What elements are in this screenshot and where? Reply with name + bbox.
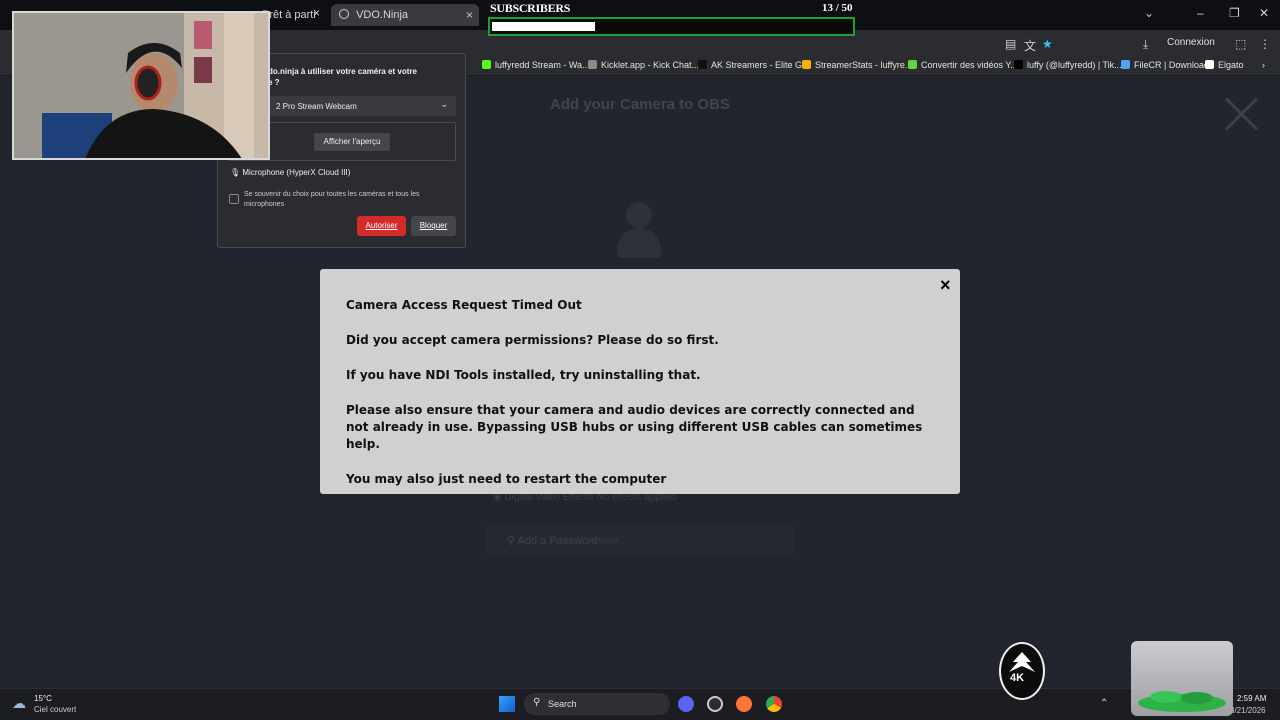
close-icon[interactable] xyxy=(1222,94,1262,134)
permission-title: do.ninja à utiliser votre caméra et votr… xyxy=(268,67,417,87)
bookmark-item[interactable]: FileCR | Download xyxy=(1121,60,1209,70)
tray-chevron-icon[interactable]: ⌃ xyxy=(1100,698,1108,709)
minimize-icon[interactable]: – xyxy=(1197,6,1204,20)
sign-in-button[interactable]: Connexion xyxy=(1167,37,1215,48)
timeout-modal: × Camera Access Request Timed Out Did yo… xyxy=(320,269,960,494)
menu-icon[interactable]: ⋮ xyxy=(1259,37,1271,51)
remember-label: Se souvenir du choix pour toutes les cam… xyxy=(244,191,420,208)
chevron-right-icon[interactable]: › xyxy=(1262,60,1265,70)
user-placeholder-body xyxy=(617,228,661,258)
tab-vdo-ninja[interactable]: VDO.Ninja × xyxy=(331,4,479,26)
kicklet-icon xyxy=(588,60,597,69)
ak-icon xyxy=(698,60,707,69)
close-tab-icon[interactable]: × xyxy=(313,6,320,20)
tiktok-icon xyxy=(1014,60,1023,69)
microphone-icon: 🎙 xyxy=(230,168,243,177)
download-arrow-icon xyxy=(908,60,917,69)
close-window-icon[interactable]: ✕ xyxy=(1259,6,1269,20)
password-hint: optional xyxy=(591,536,620,545)
modal-line: If you have NDI Tools installed, try uni… xyxy=(346,368,701,382)
close-tab-icon[interactable]: × xyxy=(466,4,473,26)
globe-icon xyxy=(339,9,349,19)
stats-icon xyxy=(802,60,811,69)
chat-jar-overlay xyxy=(1131,641,1233,716)
modal-line: You may also just need to restart the co… xyxy=(346,472,667,486)
discord-icon[interactable] xyxy=(678,696,694,712)
bookmark-item[interactable]: luffyredd Stream - Wa... xyxy=(482,60,590,70)
tab-label: Prêt à parti xyxy=(262,9,316,21)
bookmark-item[interactable]: AK Streamers - Elite G... xyxy=(698,60,810,70)
download-icon[interactable]: ⤓ xyxy=(1143,37,1148,52)
modal-line: Did you accept camera permissions? Pleas… xyxy=(346,333,719,347)
kick-icon xyxy=(482,60,491,69)
webcam-overlay xyxy=(12,11,270,160)
tab-label: VDO.Ninja xyxy=(356,9,409,21)
extensions-icon[interactable]: ⬚ xyxy=(1235,37,1246,51)
chrome-icon[interactable] xyxy=(766,696,782,712)
subscribers-label: SUBSCRIBERS xyxy=(490,1,571,15)
clock-time[interactable]: 2:59 AM xyxy=(1237,694,1266,703)
chevron-down-icon[interactable]: ⌄ xyxy=(1144,6,1154,20)
cloud-icon: ☁ xyxy=(12,695,26,711)
phoenix-logo-icon xyxy=(1009,652,1035,672)
bookmark-item[interactable]: StreamerStats - luffyre... xyxy=(802,60,912,70)
subscriber-goal-bar xyxy=(488,17,855,36)
allow-button[interactable]: Autoriser xyxy=(357,216,406,236)
camera-select-value: 2 Pro Stream Webcam xyxy=(276,102,357,111)
subscriber-goal-fill xyxy=(492,22,595,31)
user-placeholder-icon xyxy=(626,202,652,228)
chevron-down-icon: ⌄ xyxy=(440,99,448,109)
elgato-icon xyxy=(1205,60,1214,69)
microphone-row: 🎙 Microphone (HyperX Cloud III) xyxy=(230,168,351,177)
webcam-feed-image xyxy=(14,13,268,158)
bookmark-item[interactable]: luffy (@luffyredd) | Tik... xyxy=(1014,60,1122,70)
star-icon[interactable]: ★ xyxy=(1042,37,1053,51)
weather-temp[interactable]: 15°C xyxy=(34,694,52,703)
search-icon: ⚲ xyxy=(533,697,541,708)
channel-logo xyxy=(999,642,1045,700)
screen: Prêt à parti × VDO.Ninja × ⌄ – ❐ ✕ ▤ 文 ★… xyxy=(0,0,1280,720)
reader-icon[interactable]: ▤ xyxy=(1005,37,1016,51)
password-label: ⚲ Add a Password xyxy=(507,535,598,547)
taskbar-search[interactable] xyxy=(524,693,670,715)
weather-desc[interactable]: Ciel couvert xyxy=(34,705,76,714)
search-label: Search xyxy=(548,699,577,709)
remember-checkbox[interactable] xyxy=(229,194,239,204)
translate-icon[interactable]: 文 xyxy=(1024,37,1036,54)
obs-icon[interactable] xyxy=(707,696,723,712)
subscribers-count: 13 / 50 xyxy=(822,2,853,14)
show-preview-button[interactable]: Afficher l'aperçu xyxy=(314,133,390,151)
firefox-icon[interactable] xyxy=(736,696,752,712)
jar-contents-image xyxy=(1138,691,1226,712)
maximize-icon[interactable]: ❐ xyxy=(1229,6,1240,20)
clock-date[interactable]: 3/21/2026 xyxy=(1230,706,1266,715)
logo-text: 4K xyxy=(1010,672,1025,684)
block-button[interactable]: Bloquer xyxy=(411,216,456,236)
bookmark-item[interactable]: Convertir des vidéos Y... xyxy=(908,60,1018,70)
windows-start-icon[interactable] xyxy=(499,696,515,712)
close-icon[interactable]: × xyxy=(940,275,951,296)
bookmark-item[interactable]: Kicklet.app - Kick Chat... xyxy=(588,60,699,70)
modal-heading: Camera Access Request Timed Out xyxy=(346,298,582,312)
filecr-icon xyxy=(1121,60,1130,69)
bookmark-item[interactable]: Elgato xyxy=(1205,60,1244,70)
modal-body: Camera Access Request Timed Out Did you … xyxy=(346,297,938,506)
modal-line: Please also ensure that your camera and … xyxy=(346,403,923,451)
